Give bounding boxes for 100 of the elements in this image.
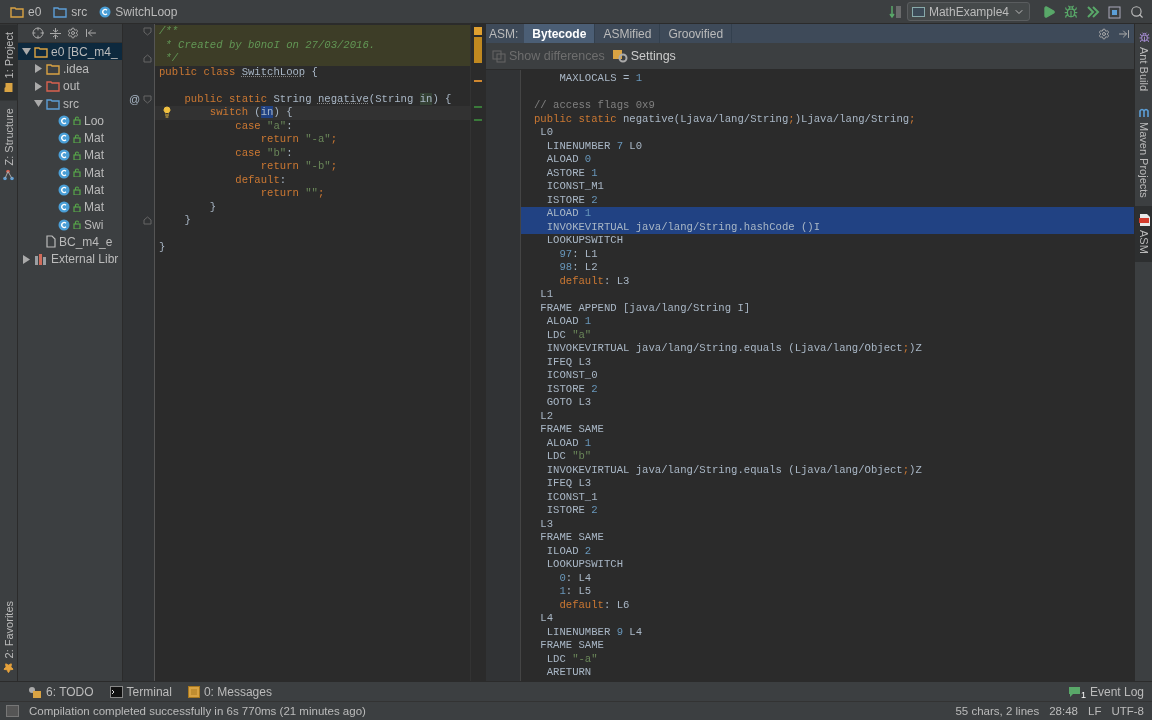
- bytecode-line: ICONST_M1: [545, 180, 604, 194]
- code-line: * Created by b0noI on 27/03/2016.: [164, 38, 376, 52]
- speech-bubble-icon: [1067, 686, 1081, 697]
- project-structure-icon[interactable]: [1108, 4, 1122, 19]
- tree-item[interactable]: Mat: [84, 200, 104, 215]
- bytecode-line: ALOAD 0: [545, 153, 592, 167]
- sort-icon[interactable]: [888, 4, 903, 19]
- run-icon[interactable]: [1042, 4, 1056, 19]
- locate-icon[interactable]: [32, 27, 44, 39]
- tool-window-tab[interactable]: Z: Structure: [0, 100, 18, 189]
- tool-window-button[interactable]: Terminal: [109, 684, 172, 699]
- hide-icon[interactable]: [1118, 27, 1130, 40]
- bytecode-line: FRAME SAME: [539, 639, 604, 653]
- run-configuration-dropdown[interactable]: MathExample4: [906, 2, 1030, 21]
- fold-icon[interactable]: [143, 54, 152, 64]
- tool-window-tab[interactable]: 1: Project: [0, 24, 18, 101]
- tool-window-tab[interactable]: ASM: [1135, 205, 1152, 262]
- tree-item[interactable]: .idea: [63, 61, 90, 76]
- class-icon: [58, 132, 70, 145]
- settings-icon[interactable]: [1098, 27, 1110, 40]
- bytecode-line: 97: L1: [558, 247, 598, 261]
- tree-item[interactable]: Mat: [84, 148, 104, 163]
- bytecode-line: IFEQ L3: [545, 477, 592, 491]
- folder-icon: [10, 5, 24, 18]
- status-item[interactable]: 55 chars, 2 lines: [955, 705, 1040, 717]
- tab[interactable]: Groovified: [660, 24, 733, 43]
- code-line: return "";: [259, 187, 325, 201]
- bytecode-line: LDC "-a": [545, 652, 598, 666]
- panel-toggle-icon[interactable]: [6, 705, 19, 717]
- code-line: }: [208, 200, 217, 214]
- todo-icon: [28, 685, 42, 698]
- tree-item[interactable]: BC_m4_e: [59, 234, 113, 249]
- collapsed-arrow-icon[interactable]: [22, 254, 31, 264]
- code-line: default:: [234, 173, 287, 187]
- code-line: return "-b";: [259, 160, 337, 174]
- bytecode-line: L4: [539, 612, 554, 626]
- bytecode-line: IFEQ L3: [545, 355, 592, 369]
- fold-icon[interactable]: [143, 94, 152, 104]
- fold-icon[interactable]: [143, 216, 152, 226]
- tool-window-button[interactable]: 0: Messages: [187, 684, 272, 699]
- lightbulb-icon[interactable]: [161, 106, 173, 118]
- bytecode-line: 1: L5: [558, 585, 592, 599]
- tool-window-tab[interactable]: Ant Build: [1135, 24, 1152, 100]
- code-line: return "-a";: [259, 133, 337, 147]
- bytecode-line: ISTORE 2: [545, 504, 598, 518]
- expanded-arrow-icon[interactable]: [22, 47, 31, 57]
- expanded-arrow-icon[interactable]: [34, 99, 43, 109]
- breadcrumb[interactable]: e0: [4, 4, 48, 19]
- code-line: }: [159, 241, 166, 255]
- error-stripe-mark: [474, 37, 482, 63]
- class-icon: [58, 166, 70, 179]
- breadcrumb[interactable]: src: [47, 4, 94, 19]
- lock-icon: [73, 133, 81, 143]
- collapse-all-icon[interactable]: [50, 27, 61, 39]
- code-line: public static String negative(String in) {: [183, 92, 452, 106]
- tree-item[interactable]: Swi: [84, 217, 104, 232]
- tool-window-tab[interactable]: 2: Favorites: [0, 592, 18, 681]
- tree-item[interactable]: Loo: [84, 113, 105, 128]
- gutter-mark[interactable]: @: [129, 93, 141, 106]
- status-item[interactable]: LF: [1088, 705, 1102, 717]
- collapsed-arrow-icon[interactable]: [34, 81, 43, 91]
- tree-item[interactable]: Mat: [84, 131, 104, 146]
- lock-icon: [73, 220, 81, 230]
- event-log-button[interactable]: 1 Event Log: [1067, 683, 1144, 700]
- tab[interactable]: ASMified: [595, 24, 661, 43]
- tree-item[interactable]: out: [63, 79, 80, 94]
- settings-icon[interactable]: [67, 27, 79, 39]
- fold-icon[interactable]: [143, 27, 152, 37]
- bytecode-line: LINENUMBER 7 L0: [545, 139, 643, 153]
- bytecode-line: ICONST_0: [545, 369, 598, 383]
- search-icon[interactable]: [1130, 4, 1144, 19]
- error-stripe-mark: [474, 80, 482, 82]
- status-item[interactable]: UTF-8: [1111, 705, 1144, 717]
- lock-icon: [73, 168, 81, 178]
- panel-label: ASM:: [488, 25, 520, 43]
- tool-window-tab[interactable]: Maven Projects: [1135, 99, 1152, 206]
- bytecode-line: MAXLOCALS = 1: [558, 72, 643, 86]
- collapsed-arrow-icon[interactable]: [34, 64, 43, 74]
- tree-item[interactable]: src: [63, 96, 79, 111]
- tree-item[interactable]: Mat: [84, 183, 104, 197]
- folder-icon: [46, 62, 60, 75]
- hide-icon[interactable]: [85, 27, 97, 39]
- debug-icon[interactable]: [1064, 4, 1078, 19]
- bytecode-line: public static negative(Ljava/lang/String;)Ljava/lang/String;: [534, 112, 916, 126]
- toolbar-button[interactable]: Settings: [612, 49, 676, 63]
- bytecode-line: LDC "b": [545, 450, 592, 464]
- bytecode-line: INVOKEVIRTUAL java/lang/String.equals (Ljava/lang/Object;)Z: [545, 342, 922, 356]
- tab[interactable]: Bytecode: [524, 24, 596, 43]
- breadcrumb[interactable]: SwitchLoop: [93, 4, 184, 19]
- coverage-icon[interactable]: [1086, 4, 1100, 19]
- bytecode-line: default: L6: [558, 598, 630, 612]
- tree-item[interactable]: Mat: [84, 165, 104, 180]
- ant-icon: [1138, 32, 1150, 43]
- tool-window-button[interactable]: 6: TODO: [28, 684, 94, 699]
- tree-item[interactable]: External Libr: [51, 252, 119, 267]
- bytecode-line: ISTORE 2: [545, 382, 598, 396]
- bytecode-line: ALOAD 1: [545, 207, 592, 221]
- lock-icon: [73, 185, 81, 195]
- bytecode-line: ALOAD 1: [545, 315, 592, 329]
- status-item[interactable]: 28:48: [1049, 705, 1078, 717]
